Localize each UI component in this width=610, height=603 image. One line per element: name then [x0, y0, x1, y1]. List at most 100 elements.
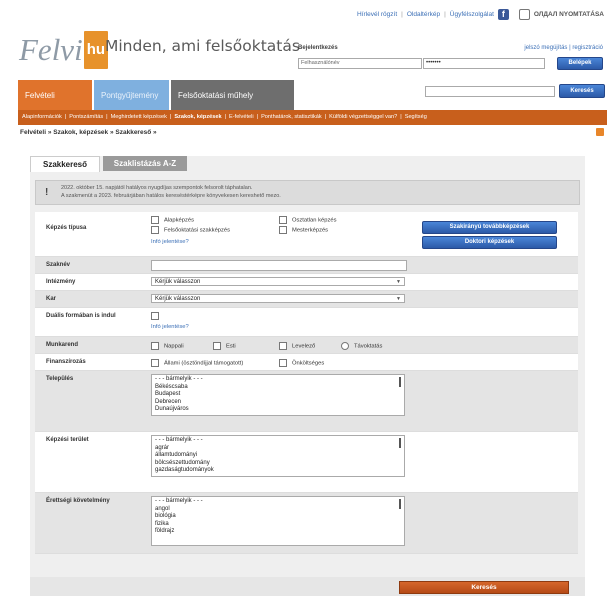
list-item[interactable]: földrajz [155, 528, 404, 536]
list-item[interactable]: Debrecen [155, 399, 404, 407]
scrollbar[interactable] [399, 499, 401, 509]
scrollbar[interactable] [399, 438, 401, 448]
checkbox[interactable] [279, 216, 287, 224]
option-levelezo[interactable]: Levelező [279, 342, 315, 350]
intezmeny-select[interactable]: Kérjük válasszon ▼ [151, 277, 405, 286]
dualis-checkbox[interactable] [151, 312, 164, 320]
username-input[interactable]: Felhasználónév [298, 58, 422, 69]
subnav-item[interactable]: Pontszámítás [69, 114, 103, 120]
list-item[interactable]: Budapest [155, 391, 404, 399]
telepules-listbox[interactable]: - - - bármelyik - - - Békéscsaba Budapes… [151, 374, 405, 416]
option-tavoktatas[interactable]: Távoktatás [341, 342, 382, 350]
info-link[interactable]: Infó jelentése? [151, 239, 189, 245]
tab-felsooktatasi-muhely[interactable]: Felsőoktatási műhely [171, 80, 294, 110]
search-panel: Szakkereső Szaklistázás A-Z ! 2022. októ… [30, 156, 585, 596]
separator: | [401, 10, 403, 18]
notice-line: 2022. október 15. napjától hatályos nyug… [61, 185, 253, 191]
row-finanszirozas: Finanszírozás Állami (ösztöndíjjal támog… [35, 354, 578, 371]
checkbox[interactable] [151, 216, 159, 224]
erettsegi-listbox[interactable]: - - - bármelyik - - - angol biológia fiz… [151, 496, 405, 546]
checkbox[interactable] [279, 226, 287, 234]
utility-bar: Hírlevél rögzít | Oldaltérkép | Ügyfélsz… [357, 7, 604, 21]
dual-info-link[interactable]: Infó jelentése? [151, 324, 189, 330]
subnav-item[interactable]: E-felvételi [229, 114, 254, 120]
login-button[interactable]: Belépek [557, 57, 603, 70]
subnav-item[interactable]: Segítség [405, 114, 427, 120]
label-erettsegi: Érettségi követelmény [46, 498, 110, 504]
subnav-item[interactable]: Alapinformációk [22, 114, 62, 120]
tab-felveteli[interactable]: Felvételi [18, 80, 92, 110]
kar-select[interactable]: Kérjük válasszon ▼ [151, 294, 405, 303]
checkbox[interactable] [151, 312, 159, 320]
subnav-item[interactable]: Ponthatárok, statisztikák [261, 114, 322, 120]
site-logo[interactable]: Felvi hu [19, 31, 109, 69]
password-input[interactable]: ••••••• [423, 58, 545, 69]
list-item[interactable]: - - - bármelyik - - - [155, 498, 404, 506]
tab-szakkereso[interactable]: Szakkereső [30, 156, 100, 172]
newsletter-link[interactable]: Hírlevél rögzít [357, 11, 397, 18]
site-slogan: Minden, ami felsőoktatás [105, 37, 300, 55]
helpdesk-link[interactable]: Ügyfélszolgálat [450, 11, 494, 18]
list-item[interactable]: biológia [155, 513, 404, 521]
option-felsooktatasi-szakkepzes[interactable]: Felsőoktatási szakképzés [151, 226, 230, 234]
checkbox[interactable] [151, 342, 159, 350]
login-links[interactable]: jelszó megújítás | regisztráció [524, 45, 603, 51]
row-dualis: Duális formában is indul Infó jelentése? [35, 308, 578, 337]
sitemap-link[interactable]: Oldaltérkép [407, 11, 440, 18]
szaknev-input[interactable] [151, 260, 407, 271]
checkbox[interactable] [151, 359, 159, 367]
print-link[interactable]: ОЛДАЛ NYOMTATÁSA [534, 11, 604, 18]
chevron-down-icon: ▼ [396, 296, 401, 302]
list-item[interactable]: fizika [155, 521, 404, 529]
subnav-item[interactable]: Külföldi végzettséggel van? [329, 114, 397, 120]
print-icon[interactable] [518, 8, 530, 20]
label-kepzes-tipus: Képzés típusa [46, 225, 87, 231]
option-alapkepzes[interactable]: Alapképzés [151, 216, 194, 224]
list-item[interactable]: - - - bármelyik - - - [155, 437, 404, 445]
option-nappali[interactable]: Nappali [151, 342, 184, 350]
checkbox[interactable] [279, 359, 287, 367]
list-item[interactable]: Dunaújváros [155, 406, 404, 414]
option-label: Alapképzés [164, 217, 194, 224]
subnav-item[interactable]: Szakok, képzések [174, 114, 221, 120]
list-item[interactable]: gazdaságtudományok [155, 467, 404, 475]
sub-navigation: Alapinformációk | Pontszámítás | Meghirdetet… [18, 110, 607, 125]
info-icon: ! [45, 187, 49, 198]
list-item[interactable]: államtudományi [155, 452, 404, 460]
option-onkoltseges[interactable]: Önköltséges [279, 359, 324, 367]
option-allami[interactable]: Állami (ösztöndíjjal támogatott) [151, 359, 243, 367]
row-szaknev: Szaknév [35, 257, 578, 274]
list-item[interactable]: bölcsészettudomány [155, 460, 404, 468]
option-esti[interactable]: Esti [213, 342, 236, 350]
option-label: Levelező [292, 343, 316, 350]
site-search-input[interactable] [425, 86, 555, 97]
notice-line: A szakmenüt a 2023. februárjában hatálos… [61, 193, 281, 199]
list-item[interactable]: agrár [155, 445, 404, 453]
tab-szaklistazas[interactable]: Szaklistázás A-Z [103, 156, 187, 171]
site-search-button[interactable]: Keresés [559, 84, 605, 98]
radio[interactable] [341, 342, 349, 350]
rss-icon[interactable] [596, 128, 604, 136]
search-submit-button[interactable]: Keresés [399, 581, 569, 594]
separator: | [64, 114, 67, 120]
separator: | [106, 114, 108, 120]
subnav-item[interactable]: Meghirdetett képzések [111, 114, 167, 120]
scrollbar[interactable] [399, 377, 401, 387]
list-item[interactable]: angol [155, 506, 404, 514]
checkbox[interactable] [279, 342, 287, 350]
tab-pontgyujtemeny[interactable]: Pontgyűjtemény [94, 80, 169, 110]
option-osztatlan[interactable]: Osztatlan képzés [279, 216, 336, 224]
notice-box: ! 2022. október 15. napjától hatályos ny… [35, 180, 580, 205]
terulet-listbox[interactable]: - - - bármelyik - - - agrár államtudomán… [151, 435, 405, 477]
separator: | [224, 114, 227, 120]
separator: | [324, 114, 327, 120]
checkbox[interactable] [151, 226, 159, 234]
list-item[interactable]: - - - bármelyik - - - [155, 376, 404, 384]
szakiranyu-button[interactable]: Szakirányú továbbképzések [422, 221, 557, 234]
facebook-icon[interactable]: f [497, 8, 509, 20]
breadcrumb: Felvételi » Szakok, képzések » Szakkeres… [20, 129, 157, 136]
doktori-button[interactable]: Doktori képzések [422, 236, 557, 249]
option-mesterkepzes[interactable]: Mesterképzés [279, 226, 328, 234]
list-item[interactable]: Békéscsaba [155, 384, 404, 392]
checkbox[interactable] [213, 342, 221, 350]
